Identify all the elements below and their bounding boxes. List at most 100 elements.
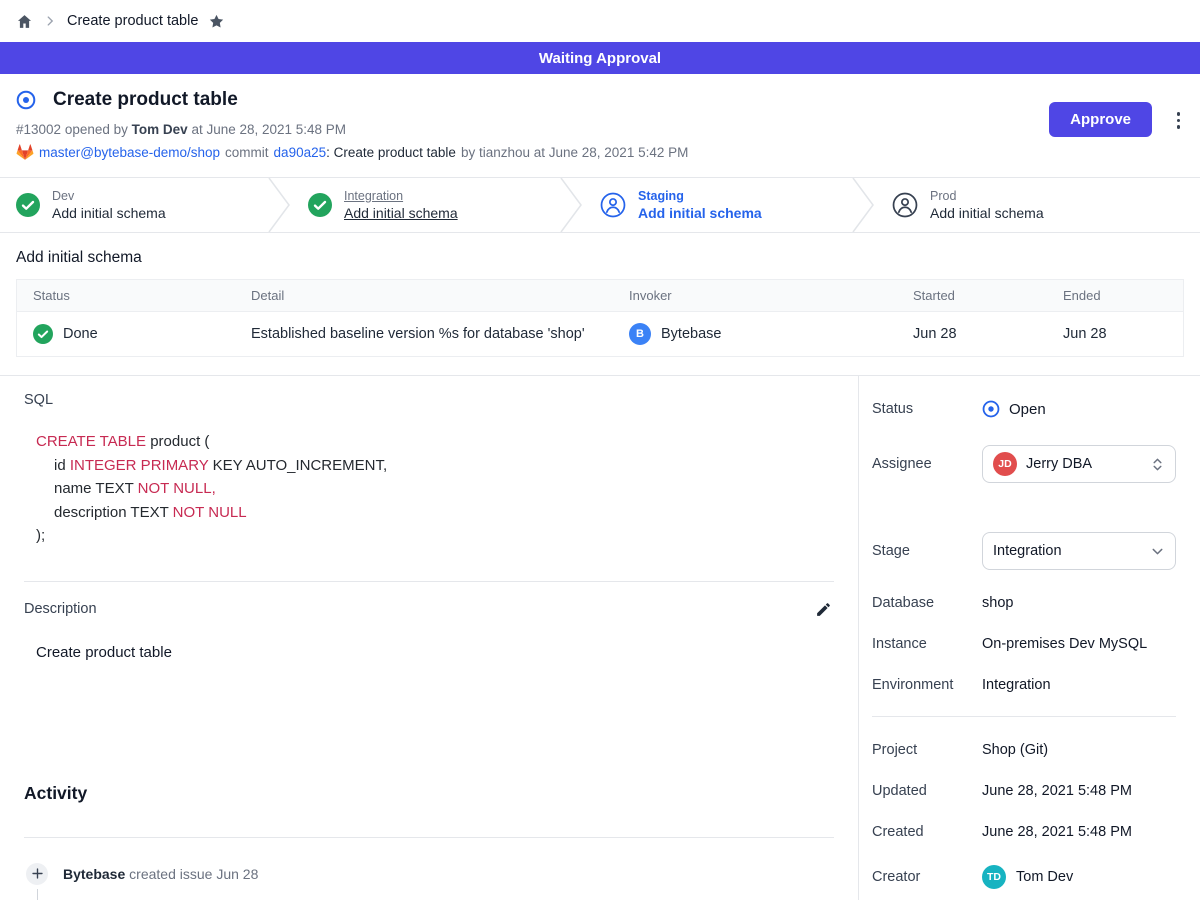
status-banner: Waiting Approval xyxy=(0,42,1200,74)
stage-staging[interactable]: Staging Add initial schema xyxy=(584,178,850,232)
star-icon[interactable] xyxy=(208,13,225,30)
breadcrumb: Create product table xyxy=(0,0,1200,42)
page-title: Create product table xyxy=(53,89,238,111)
breadcrumb-current-page: Create product table xyxy=(67,13,198,29)
stage-label: Stage xyxy=(872,543,982,559)
check-circle-icon xyxy=(308,193,332,217)
task-section-heading: Add initial schema xyxy=(16,249,1184,267)
column-header-ended: Ended xyxy=(1047,280,1183,311)
activity-action: created issue Jun 28 xyxy=(129,866,258,882)
commit-line: master@bytebase-demo/shop commit da90a25… xyxy=(16,144,1184,161)
pending-user-icon xyxy=(892,192,918,218)
task-section: Add initial schema Status Detail Invoker… xyxy=(0,233,1200,357)
creator-value: TD Tom Dev xyxy=(982,865,1073,889)
sql-code-block: CREATE TABLE product ( id INTEGER PRIMAR… xyxy=(24,430,834,548)
breadcrumb-chevron-icon xyxy=(43,14,57,28)
activity-actor: Bytebase xyxy=(63,866,125,882)
table-row[interactable]: Done Established baseline version %s for… xyxy=(17,312,1183,356)
task-detail: Established baseline version %s for data… xyxy=(235,315,613,353)
more-actions-icon[interactable] xyxy=(1174,109,1184,132)
status-label: Status xyxy=(872,401,982,417)
instance-value: On-premises Dev MySQL xyxy=(982,636,1147,652)
issue-id: #13002 xyxy=(16,122,61,137)
stage-separator xyxy=(266,178,292,232)
check-circle-icon xyxy=(16,193,40,217)
stage-env-label: Integration xyxy=(344,189,458,203)
commit-message: : Create product table xyxy=(326,145,456,160)
environment-label: Environment xyxy=(872,677,982,693)
issue-author: Tom Dev xyxy=(132,122,188,137)
main-content: SQL CREATE TABLE product ( id INTEGER PR… xyxy=(0,376,859,900)
timeline-connector xyxy=(37,889,39,900)
section-divider xyxy=(24,581,834,582)
column-header-status: Status xyxy=(17,280,235,311)
sql-label: SQL xyxy=(24,392,834,408)
home-icon[interactable] xyxy=(16,13,33,30)
stage-env-label: Dev xyxy=(52,189,166,203)
stage-prod[interactable]: Prod Add initial schema xyxy=(876,178,1142,232)
up-down-chevron-icon xyxy=(1150,457,1165,472)
database-label: Database xyxy=(872,595,982,611)
chevron-down-icon xyxy=(1150,544,1165,559)
approve-button[interactable]: Approve xyxy=(1049,102,1152,137)
stage-separator xyxy=(850,178,876,232)
stage-task-label: Add initial schema xyxy=(344,205,458,221)
sidebar-divider xyxy=(872,716,1176,717)
stage-value: Integration xyxy=(993,543,1141,559)
task-invoker: Bytebase xyxy=(661,326,721,342)
created-label: Created xyxy=(872,824,982,840)
updated-value: June 28, 2021 5:48 PM xyxy=(982,783,1132,799)
stage-env-label: Staging xyxy=(638,189,762,203)
invoker-avatar: B xyxy=(629,323,651,345)
stage-task-label: Add initial schema xyxy=(638,205,762,221)
task-table: Status Detail Invoker Started Ended Done… xyxy=(16,279,1184,357)
column-header-started: Started xyxy=(897,280,1047,311)
plus-icon xyxy=(26,863,48,885)
issue-sidebar: Status Open Assignee JD Jerry DBA Stage … xyxy=(859,376,1200,900)
issue-open-icon xyxy=(16,90,36,110)
activity-heading: Activity xyxy=(24,783,834,804)
assignee-label: Assignee xyxy=(872,456,982,472)
stage-task-label: Add initial schema xyxy=(930,205,1044,221)
task-started: Jun 28 xyxy=(897,315,1047,353)
creator-avatar: TD xyxy=(982,865,1006,889)
section-divider xyxy=(24,837,834,838)
task-status: Done xyxy=(63,326,98,342)
stage-task-label: Add initial schema xyxy=(52,205,166,221)
assignee-value: Jerry DBA xyxy=(1026,456,1141,472)
gitlab-icon xyxy=(16,144,34,161)
status-value: Open xyxy=(982,400,1046,418)
stage-env-label: Prod xyxy=(930,189,1044,203)
check-circle-icon xyxy=(33,324,53,344)
column-header-detail: Detail xyxy=(235,280,613,311)
commit-hash-link[interactable]: da90a25 xyxy=(274,145,327,160)
instance-label: Instance xyxy=(872,636,982,652)
creator-label: Creator xyxy=(872,869,982,885)
task-table-header: Status Detail Invoker Started Ended xyxy=(17,280,1183,312)
column-header-invoker: Invoker xyxy=(613,280,897,311)
updated-label: Updated xyxy=(872,783,982,799)
stage-dev[interactable]: Dev Add initial schema xyxy=(0,178,266,232)
project-label: Project xyxy=(872,742,982,758)
pipeline-stages: Dev Add initial schema Integration Add i… xyxy=(0,177,1200,233)
edit-description-icon[interactable] xyxy=(813,599,834,620)
stage-integration[interactable]: Integration Add initial schema xyxy=(292,178,558,232)
description-text: Create product table xyxy=(36,644,834,661)
created-value: June 28, 2021 5:48 PM xyxy=(982,824,1132,840)
repo-branch-link[interactable]: master@bytebase-demo/shop xyxy=(39,145,220,160)
task-ended: Jun 28 xyxy=(1047,315,1183,353)
open-status-icon xyxy=(982,400,1000,418)
stage-select[interactable]: Integration xyxy=(982,532,1176,570)
environment-value: Integration xyxy=(982,677,1051,693)
issue-meta: #13002 opened by Tom Dev at June 28, 202… xyxy=(16,122,1184,137)
assignee-avatar: JD xyxy=(993,452,1017,476)
pending-user-icon xyxy=(600,192,626,218)
stage-separator xyxy=(558,178,584,232)
database-value: shop xyxy=(982,595,1013,611)
project-value: Shop (Git) xyxy=(982,742,1048,758)
assignee-select[interactable]: JD Jerry DBA xyxy=(982,445,1176,483)
description-label: Description xyxy=(24,601,97,617)
commit-byline: by tianzhou at June 28, 2021 5:42 PM xyxy=(461,145,688,160)
issue-header: Create product table #13002 opened by To… xyxy=(0,74,1200,177)
list-item: Bytebase created issue Jun 28 xyxy=(24,863,834,885)
